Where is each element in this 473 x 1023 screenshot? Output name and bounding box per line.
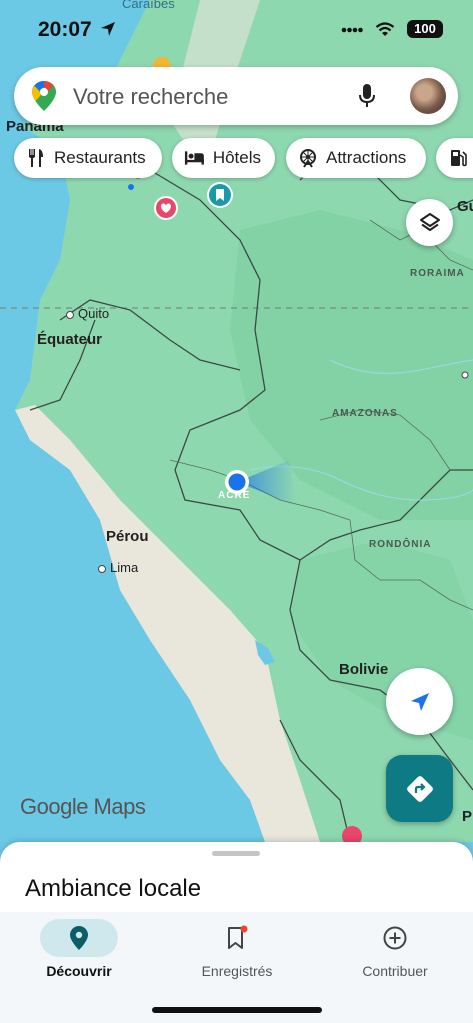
attraction-icon [300, 149, 316, 168]
wifi-icon [375, 21, 395, 36]
chip-hotels[interactable]: Hôtels [172, 138, 275, 178]
chip-attractions[interactable]: Attractions [286, 138, 426, 178]
map-label-equateur: Équateur [37, 331, 103, 348]
map-label-perou: Pérou [106, 528, 149, 545]
add-circle-icon [383, 926, 407, 950]
navigation-arrow-icon [410, 692, 429, 711]
bottom-sheet[interactable]: Ambiance locale [0, 842, 473, 922]
chip-label: Attractions [326, 148, 407, 167]
google-maps-attribution: Google Maps [20, 794, 146, 819]
layers-button[interactable] [406, 199, 453, 246]
status-time: 20:07 [38, 18, 116, 42]
chip-restaurants[interactable]: Restaurants [14, 138, 162, 178]
microphone-icon[interactable] [358, 83, 376, 109]
cellular-signal-icon [341, 27, 363, 33]
sheet-title: Ambiance locale [25, 875, 202, 902]
hotel-bed-icon [184, 151, 204, 165]
map-label-rondonia: RONDÔNIA [369, 539, 432, 550]
avatar[interactable] [410, 78, 446, 114]
map-label-bolivie: Bolivie [339, 661, 389, 678]
map-label-roraima: RORAIMA [410, 268, 465, 279]
nav-tab-contribute[interactable]: Contribuer [316, 912, 473, 992]
map-label-quito: Quito [66, 306, 109, 321]
my-location-button[interactable] [386, 668, 453, 735]
home-indicator [152, 1007, 322, 1013]
map-label-acre: ACRE [218, 490, 251, 501]
nav-tab-saved[interactable]: Enregistrés [158, 912, 316, 992]
gas-station-icon [451, 150, 467, 167]
category-chips: Restaurants Hôtels Attractions [0, 138, 473, 180]
status-icons: 100 [341, 20, 443, 38]
city-dot-icon [66, 310, 74, 319]
nav-active-indicator [40, 919, 118, 957]
layers-icon [419, 212, 440, 231]
nav-label-discover: Découvrir [46, 963, 112, 979]
sheet-drag-handle[interactable] [212, 851, 260, 856]
directions-icon [406, 775, 433, 802]
map-label-gu: Gu [457, 198, 473, 215]
location-arrow-icon [100, 22, 115, 36]
search-bar[interactable]: Votre recherche [14, 67, 458, 125]
nav-label-saved: Enregistrés [201, 963, 273, 979]
directions-button[interactable] [386, 755, 453, 822]
search-input[interactable]: Votre recherche [73, 84, 228, 110]
status-bar: 20:07 100 [0, 0, 473, 62]
map-label-amazonas: AMAZONAS [332, 408, 398, 419]
nav-tab-discover[interactable]: Découvrir [0, 912, 158, 992]
chip-label: Restaurants [54, 148, 146, 167]
map-label-lima: Lima [98, 560, 138, 575]
restaurant-icon [29, 149, 43, 167]
battery-icon: 100 [407, 20, 443, 38]
nav-icon-wrap [198, 919, 276, 957]
chip-gas-stations[interactable] [436, 138, 473, 178]
google-maps-logo-icon [32, 81, 56, 111]
nav-icon-wrap [356, 919, 434, 957]
city-dot-icon [98, 564, 106, 573]
location-pin-icon [70, 926, 88, 950]
bookmark-icon [228, 925, 248, 949]
nav-label-contribute: Contribuer [362, 963, 428, 979]
chip-label: Hôtels [212, 148, 261, 167]
map-label-p: P [462, 808, 473, 825]
